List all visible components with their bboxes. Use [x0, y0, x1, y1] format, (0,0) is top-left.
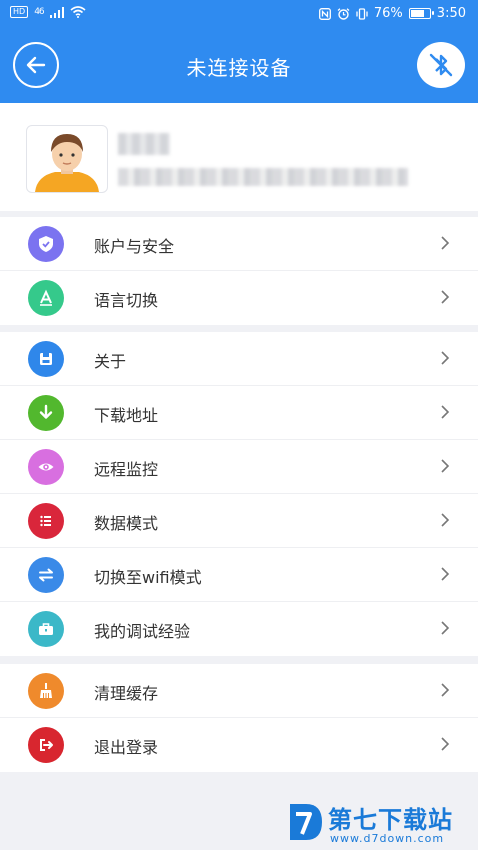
signal-icon	[49, 6, 64, 18]
status-bar: HD 46 76% 3:50	[0, 0, 478, 28]
menu-item-label: 远程监控	[94, 460, 159, 479]
menu-item-icon-wrap	[26, 226, 66, 262]
d7-logo-icon	[290, 804, 322, 840]
bluetooth-disabled-icon	[429, 53, 453, 77]
user-info-blurred	[118, 168, 408, 186]
page-title: 未连接设备	[186, 56, 292, 80]
chevron-right-icon	[441, 405, 450, 419]
menu-item[interactable]: 账户与安全	[0, 217, 478, 271]
menu-item-icon-wrap	[26, 341, 66, 377]
menu-item-icon-wrap	[26, 503, 66, 539]
menu-group-general: 关于下载地址远程监控数据模式切换至wifi模式 我的调试经验	[0, 332, 478, 656]
list-icon	[40, 515, 51, 527]
nfc-icon	[318, 7, 331, 20]
menu-item[interactable]: 退出登录	[0, 718, 478, 772]
avatar[interactable]	[26, 125, 108, 193]
vibrate-icon	[356, 7, 368, 20]
menu-item[interactable]: 切换至wifi模式	[0, 548, 478, 602]
menu-item-label: 数据模式	[94, 514, 159, 533]
eye-icon	[38, 463, 54, 471]
bluetooth-button[interactable]	[417, 42, 465, 88]
watermark: 第七下载站 www.d7down.com	[280, 796, 475, 850]
menu-item-label: 切换至wifi模式	[94, 568, 202, 587]
menu-item-label: 我的调试经验	[94, 622, 191, 641]
wifi-icon	[70, 6, 86, 18]
menu-item-icon-wrap	[26, 557, 66, 593]
user-avatar-icon	[35, 134, 99, 192]
menu-item-label: 清理缓存	[94, 684, 159, 703]
chevron-right-icon	[441, 290, 450, 304]
toolbox-icon	[39, 623, 53, 635]
chevron-right-icon	[441, 621, 450, 635]
chevron-right-icon	[441, 236, 450, 250]
chevron-right-icon	[441, 567, 450, 581]
watermark-name: 第七下载站	[328, 806, 453, 834]
language-icon	[40, 289, 52, 306]
menu-group-account: 账户与安全 语言切换	[0, 217, 478, 325]
clock: 3:50	[436, 6, 466, 21]
hd-badge: HD	[10, 6, 29, 18]
menu-item-icon-wrap	[26, 673, 66, 709]
chevron-right-icon	[441, 737, 450, 751]
watermark-url: www.d7down.com	[330, 832, 445, 845]
save-icon	[40, 353, 52, 365]
menu-item[interactable]: 下载地址	[0, 386, 478, 440]
download-icon	[39, 404, 53, 419]
menu-item-icon-wrap	[26, 449, 66, 485]
menu-item[interactable]: 关于	[0, 332, 478, 386]
logout-icon	[40, 739, 53, 751]
menu-item-label: 语言切换	[94, 291, 159, 310]
menu-item-icon-wrap	[26, 395, 66, 431]
menu-item[interactable]: 清理缓存	[0, 664, 478, 718]
menu-item-label: 退出登录	[94, 738, 159, 757]
battery-icon	[408, 8, 434, 19]
alarm-icon	[337, 7, 350, 20]
swap-icon	[39, 568, 53, 582]
menu-item[interactable]: 数据模式	[0, 494, 478, 548]
app-header: 未连接设备	[0, 28, 478, 103]
chevron-right-icon	[441, 513, 450, 527]
menu-group-system: 清理缓存 退出登录	[0, 664, 478, 772]
menu-item[interactable]: 我的调试经验	[0, 602, 478, 656]
broom-icon	[40, 683, 52, 698]
profile-card[interactable]	[0, 103, 478, 211]
menu-item-icon-wrap	[26, 611, 66, 647]
menu-item-icon-wrap	[26, 727, 66, 763]
chevron-right-icon	[441, 351, 450, 365]
menu-item-icon-wrap	[26, 280, 66, 316]
menu-item-label: 关于	[94, 352, 127, 371]
battery-percent: 76%	[373, 6, 403, 21]
chevron-right-icon	[441, 683, 450, 697]
username-blurred	[118, 133, 170, 155]
menu-item[interactable]: 语言切换	[0, 271, 478, 325]
shield-icon	[39, 236, 53, 252]
menu-item-label: 账户与安全	[94, 237, 175, 256]
menu-item[interactable]: 远程监控	[0, 440, 478, 494]
chevron-right-icon	[441, 459, 450, 473]
menu-item-label: 下载地址	[94, 406, 159, 425]
network-type: 46	[34, 7, 45, 17]
